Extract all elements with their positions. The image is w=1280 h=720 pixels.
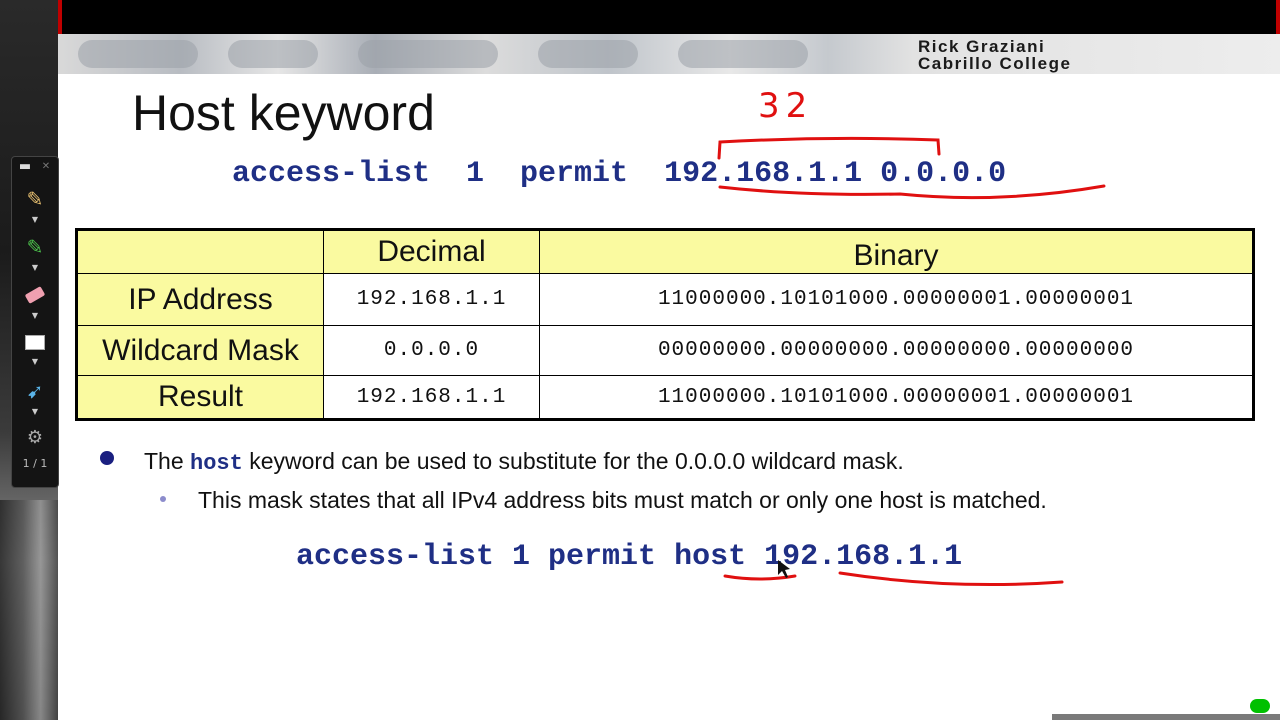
underline-annotation [838, 571, 1064, 587]
underline-annotation [718, 184, 1106, 200]
bracket-annotation [717, 136, 941, 160]
annotation-text: 32 [758, 86, 813, 126]
underline-annotation [723, 574, 797, 581]
mouse-cursor-icon [778, 560, 790, 578]
bottom-scrollbar[interactable] [1052, 714, 1280, 720]
status-indicator [1250, 699, 1270, 713]
ink-annotations: 32 [717, 86, 1106, 587]
